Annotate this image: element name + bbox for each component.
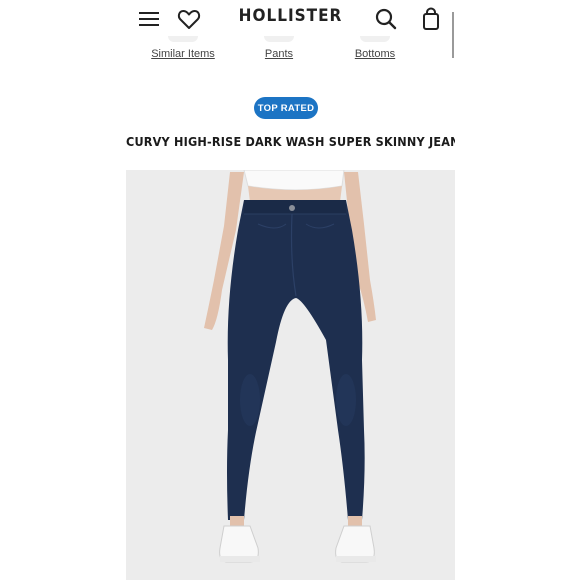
product-page: HOLLISTER Similar Items Pants Bottoms TO…	[126, 0, 455, 580]
top-header: HOLLISTER	[126, 0, 455, 38]
category-thumbnail	[360, 36, 390, 42]
category-label[interactable]: Similar Items	[143, 48, 223, 60]
brand-logo[interactable]: HOLLISTER	[126, 6, 455, 26]
top-rated-badge: TOP RATED	[254, 97, 318, 119]
category-label[interactable]: Bottoms	[335, 48, 415, 60]
category-similar-items[interactable]: Similar Items	[143, 36, 223, 60]
category-links: Similar Items Pants Bottoms	[126, 36, 455, 66]
product-title: CURVY HIGH-RISE DARK WASH SUPER SKINNY J…	[126, 134, 455, 149]
category-label[interactable]: Pants	[239, 48, 319, 60]
product-image[interactable]	[126, 170, 455, 580]
category-pants[interactable]: Pants	[239, 36, 319, 60]
search-icon[interactable]	[373, 7, 399, 31]
shopping-bag-icon[interactable]	[418, 7, 444, 31]
model-wearing-jeans-image	[204, 170, 376, 563]
category-thumbnail	[264, 36, 294, 42]
category-thumbnail	[168, 36, 198, 42]
category-bottoms[interactable]: Bottoms	[335, 36, 415, 60]
